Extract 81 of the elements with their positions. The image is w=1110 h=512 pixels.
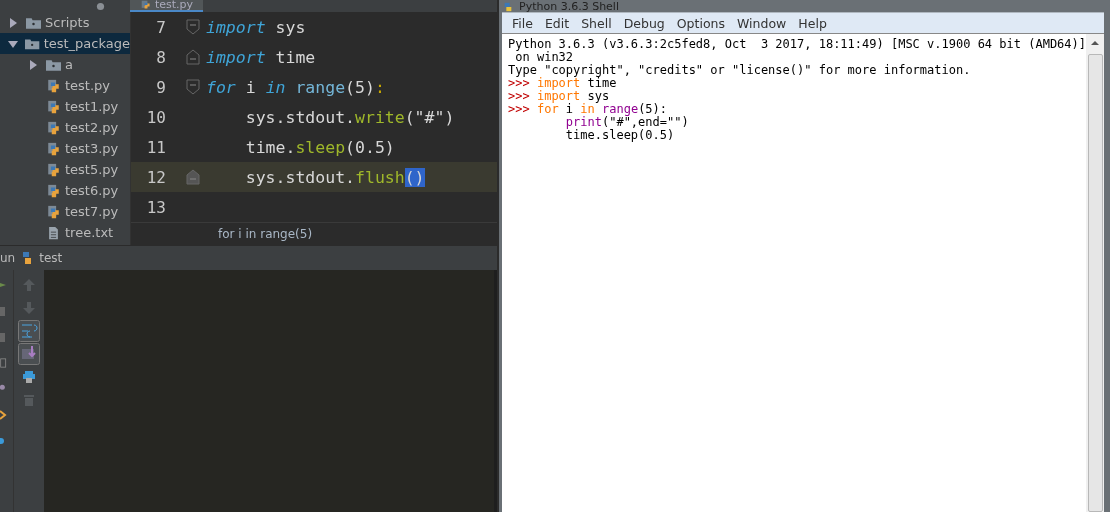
window-title: Python 3.6.3 Shell [519, 1, 619, 12]
shell-line: on win32 [515, 51, 575, 64]
python-file-icon [140, 0, 152, 10]
line-number: 10 [145, 107, 166, 127]
shell-line: >>> for i in range(5): [508, 103, 668, 116]
code-text: import time [206, 47, 316, 67]
code-text: for i in range(5): [206, 77, 385, 97]
tree-item[interactable]: test.py [0, 75, 130, 96]
tree-item-label: test5.py [65, 162, 119, 177]
tree-item[interactable]: test1.py [0, 96, 130, 117]
python-file-icon [46, 141, 61, 156]
expanded-arrow-icon[interactable] [8, 38, 18, 49]
collapsed-arrow-icon[interactable] [8, 17, 18, 28]
shell-line: time.sleep(0.5) [564, 129, 676, 142]
rerun-icon[interactable] [0, 280, 8, 290]
tree-item[interactable]: test3.py [0, 138, 130, 159]
tree-item-label: test1.py [65, 99, 119, 114]
text-file-icon [46, 225, 61, 240]
fold-marker-icon[interactable] [186, 19, 200, 35]
run-label: un [0, 251, 16, 265]
breadcrumb[interactable]: for i in range(5) [218, 227, 313, 241]
line-number: 11 [145, 137, 166, 157]
tree-item-label: test3.py [65, 141, 119, 156]
code-text: import sys [206, 17, 306, 37]
tree-item[interactable]: a [0, 54, 130, 75]
menu-item[interactable]: Window [731, 15, 793, 31]
tree-item[interactable]: test5.py [0, 159, 130, 180]
menu-item[interactable]: Debug [617, 15, 671, 31]
tree-item-label: test2.py [65, 120, 119, 135]
tree-item[interactable]: test_package [0, 33, 130, 54]
tree-item-label: test7.py [65, 204, 119, 219]
shell-line: Type "copyright", "credits" or "license()" for more information. [508, 64, 972, 77]
folder-icon [46, 57, 61, 72]
tree-item[interactable]: test2.py [0, 117, 130, 138]
tree-item-label: Scripts [45, 15, 90, 30]
shell-line: >>> import time [508, 77, 617, 90]
line-number: 12 [145, 167, 166, 187]
tree-item[interactable]: tree.txt [0, 222, 130, 243]
shell-line: >>> import sys [508, 90, 611, 103]
tree-item[interactable]: Scripts [0, 12, 130, 33]
tree-item-label: test_package [43, 36, 130, 51]
folder-icon [26, 15, 41, 30]
menu-item[interactable]: Help [792, 15, 833, 31]
line-number: 9 [155, 77, 166, 97]
menu-item[interactable]: File [506, 15, 539, 31]
python-file-icon [46, 183, 61, 198]
python-file-icon [46, 78, 61, 93]
trash-icon[interactable] [22, 393, 36, 407]
shell-line: print("#",end="") [564, 116, 690, 129]
tree-item[interactable]: test6.py [0, 180, 130, 201]
line-number: 13 [145, 197, 166, 217]
python-file-icon [46, 120, 61, 135]
print-icon[interactable] [22, 370, 36, 384]
code-text: sys.stdout.flush() [244, 167, 425, 187]
up-arrow-icon[interactable] [22, 278, 36, 292]
down-arrow-icon[interactable] [22, 301, 36, 315]
code-text: sys.stdout.write("#") [244, 107, 455, 127]
shell-line: Python 3.6.3 (v3.6.3:2c5fed8, Oct 3 2017, 18:11:49) [MSC v.1900 64 bit (AMD64)] [508, 38, 1086, 51]
menu-item[interactable]: Edit [538, 15, 576, 31]
tree-item-label: tree.txt [65, 225, 114, 240]
python-file-icon [46, 99, 61, 114]
line-number: 8 [155, 47, 166, 67]
collapsed-arrow-icon[interactable] [28, 59, 38, 70]
run-config-label: test [39, 251, 63, 265]
fold-marker-icon[interactable] [186, 169, 200, 185]
soft-wrap-icon[interactable] [18, 320, 40, 342]
tree-item-label: test6.py [65, 183, 119, 198]
menu-item[interactable]: Options [670, 15, 731, 31]
menu-item[interactable]: Shell [575, 15, 618, 31]
tree-item[interactable]: test7.py [0, 201, 130, 222]
python-file-icon [46, 204, 61, 219]
scroll-to-end-icon[interactable] [18, 343, 40, 365]
tree-item-label: a [65, 57, 73, 72]
editor-tab[interactable]: test.py [130, 0, 204, 12]
fold-marker-icon[interactable] [186, 49, 200, 65]
scroll-up-icon[interactable] [1091, 40, 1099, 46]
fold-marker-icon[interactable] [186, 79, 200, 95]
tree-item-label: test.py [65, 78, 111, 93]
code-text: time.sleep(0.5) [244, 137, 395, 157]
line-number: 7 [155, 17, 166, 37]
python-file-icon [46, 162, 61, 177]
